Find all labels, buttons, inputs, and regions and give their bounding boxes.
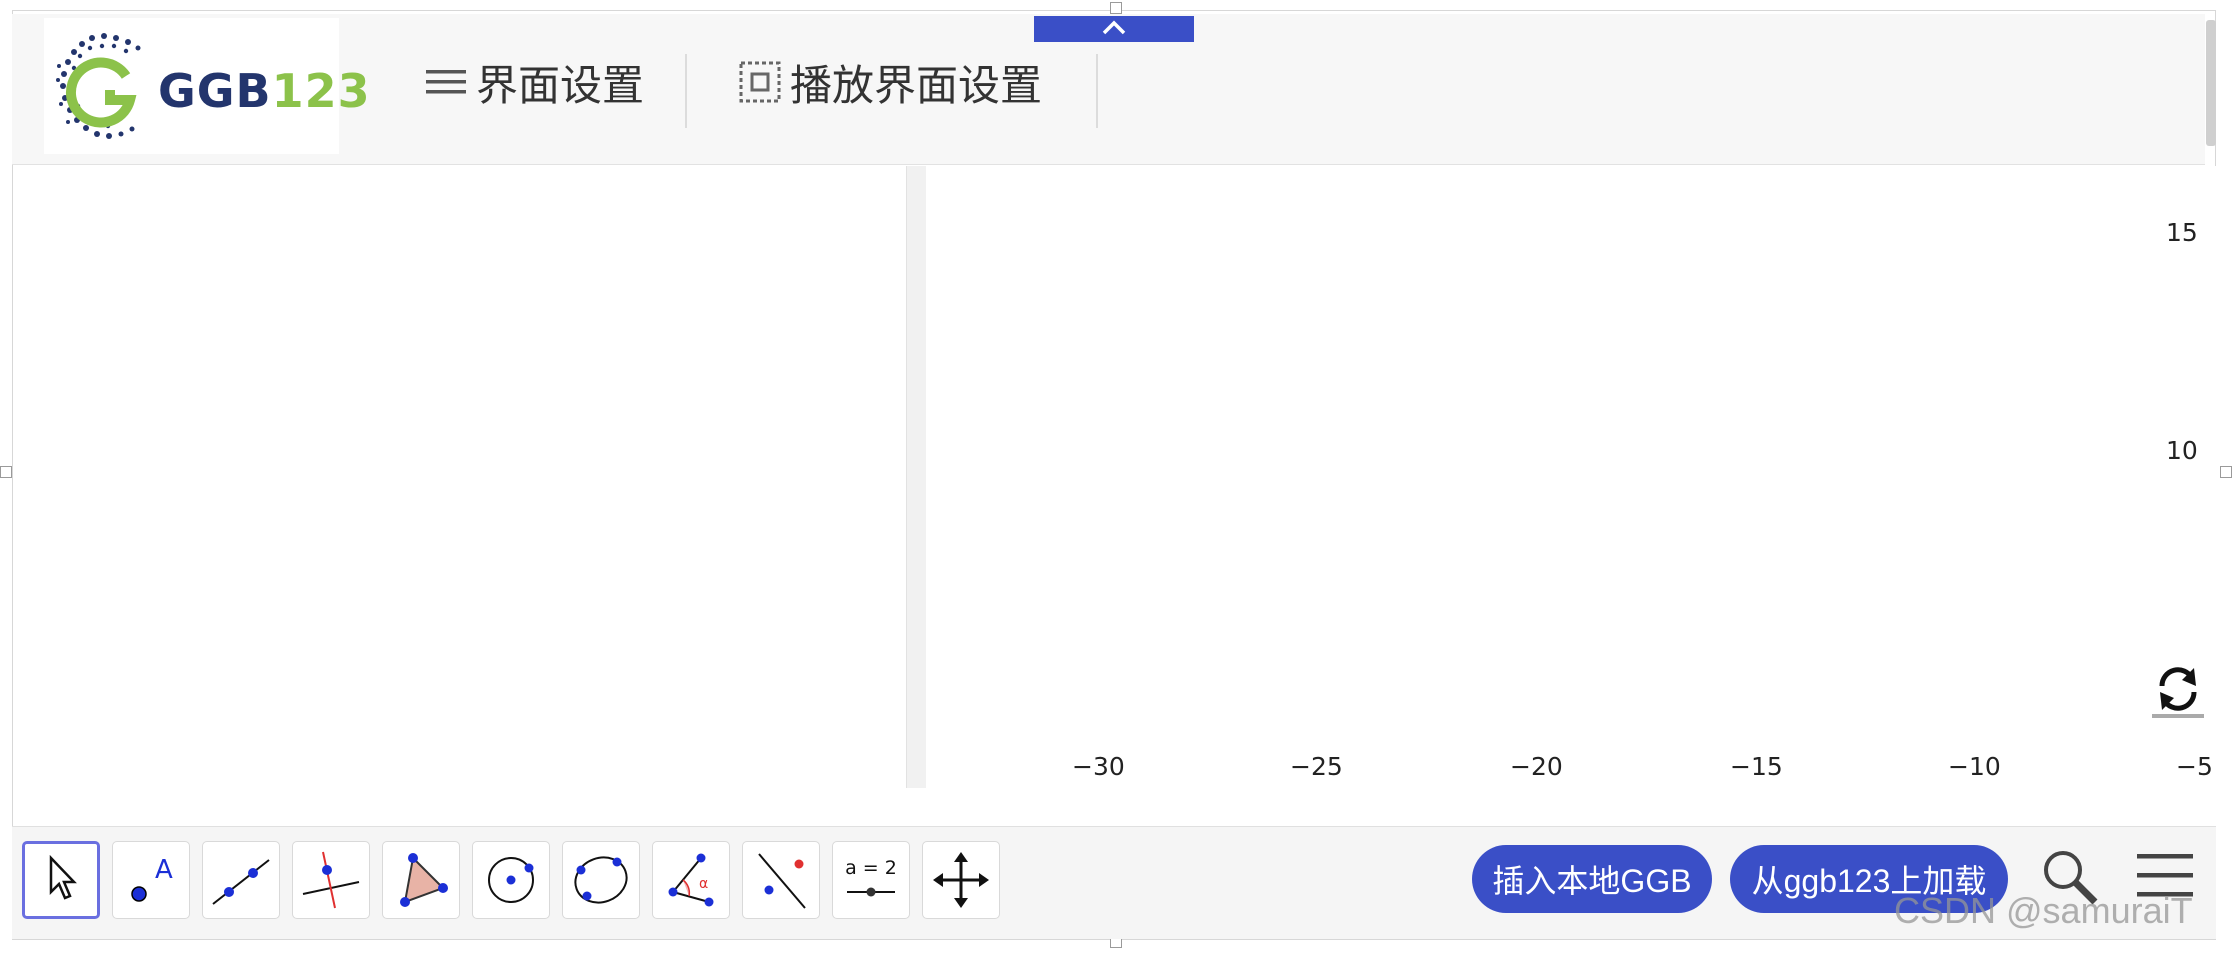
insert-local-ggb-button[interactable]: 插入本地GGB bbox=[1472, 845, 1712, 913]
circle-center-icon bbox=[488, 857, 534, 903]
tool-bar: A α a = 2 插入本地GGB 从ggb123上加载 bbox=[12, 826, 2216, 939]
circle-three-points-icon bbox=[574, 856, 628, 904]
angle-tool-label: α bbox=[699, 876, 708, 892]
resize-handle-left[interactable] bbox=[0, 466, 12, 478]
watermark-text: CSDN @samuraiT bbox=[1894, 890, 2193, 931]
x-tick-label: −30 bbox=[1072, 752, 1125, 781]
graphics-view[interactable]: −30 −25 −20 −15 −10 −5 15 10 bbox=[926, 166, 2216, 826]
resize-handle-top[interactable] bbox=[1110, 2, 1122, 14]
logo-text-123: 123 bbox=[271, 64, 371, 118]
slider-tool-label: a = 2 bbox=[845, 857, 897, 879]
hamburger-icon bbox=[424, 64, 468, 100]
ggb123-logo: GGB123 bbox=[44, 18, 370, 154]
point-tool-label: A bbox=[155, 855, 173, 885]
slider-icon: a = 2 bbox=[845, 857, 897, 897]
refresh-icon bbox=[2150, 667, 2206, 724]
point-icon: A bbox=[131, 855, 173, 902]
perpendicular-line-icon bbox=[302, 851, 360, 909]
circle-center-point-tool[interactable] bbox=[472, 841, 550, 919]
logo-text: GGB123 bbox=[158, 64, 371, 118]
circle-three-points-tool[interactable] bbox=[562, 841, 640, 919]
cursor-arrow-icon bbox=[41, 854, 81, 907]
polygon-tool[interactable] bbox=[382, 841, 460, 919]
perpendicular-line-tool[interactable] bbox=[292, 841, 370, 919]
collapse-header-button[interactable] bbox=[1034, 16, 1194, 42]
interface-settings-button[interactable]: 界面设置 bbox=[424, 14, 644, 150]
x-tick-label: −10 bbox=[1948, 752, 2001, 781]
interface-settings-label: 界面设置 bbox=[476, 61, 645, 109]
playback-settings-label: 播放界面设置 bbox=[790, 61, 1043, 109]
reflect-tool[interactable] bbox=[742, 841, 820, 919]
reflect-icon bbox=[758, 853, 806, 909]
y-tick-label: 15 bbox=[2166, 218, 2198, 247]
x-tick-label: −15 bbox=[1730, 752, 1783, 781]
header-divider bbox=[1096, 54, 1098, 128]
chevron-up-icon bbox=[1100, 18, 1128, 41]
x-tick-label: −5 bbox=[2176, 752, 2213, 781]
angle-tool[interactable]: α bbox=[652, 841, 730, 919]
line-icon bbox=[212, 859, 270, 905]
ggb123-logo-icon bbox=[56, 33, 141, 139]
point-tool[interactable]: A bbox=[112, 841, 190, 919]
move-tool[interactable] bbox=[22, 841, 100, 919]
line-tool[interactable] bbox=[202, 841, 280, 919]
polygon-icon bbox=[400, 853, 448, 907]
resize-handle-right[interactable] bbox=[2220, 466, 2232, 478]
view-splitter[interactable] bbox=[906, 166, 928, 788]
header-divider bbox=[685, 54, 687, 128]
vertical-scrollbar[interactable] bbox=[2206, 20, 2216, 146]
move-graphics-view-tool[interactable] bbox=[922, 841, 1000, 919]
x-tick-label: −25 bbox=[1290, 752, 1343, 781]
y-tick-label: 10 bbox=[2166, 436, 2198, 465]
playback-settings-button[interactable]: 播放界面设置 bbox=[738, 14, 1042, 150]
refresh-view-button[interactable] bbox=[2150, 658, 2206, 720]
angle-icon: α bbox=[668, 853, 714, 907]
move-arrows-icon bbox=[933, 852, 989, 908]
algebra-view[interactable] bbox=[14, 166, 906, 788]
frame-select-icon bbox=[738, 60, 782, 104]
x-tick-label: −20 bbox=[1510, 752, 1563, 781]
slider-tool[interactable]: a = 2 bbox=[832, 841, 910, 919]
logo-text-ggb: GGB bbox=[158, 64, 272, 118]
